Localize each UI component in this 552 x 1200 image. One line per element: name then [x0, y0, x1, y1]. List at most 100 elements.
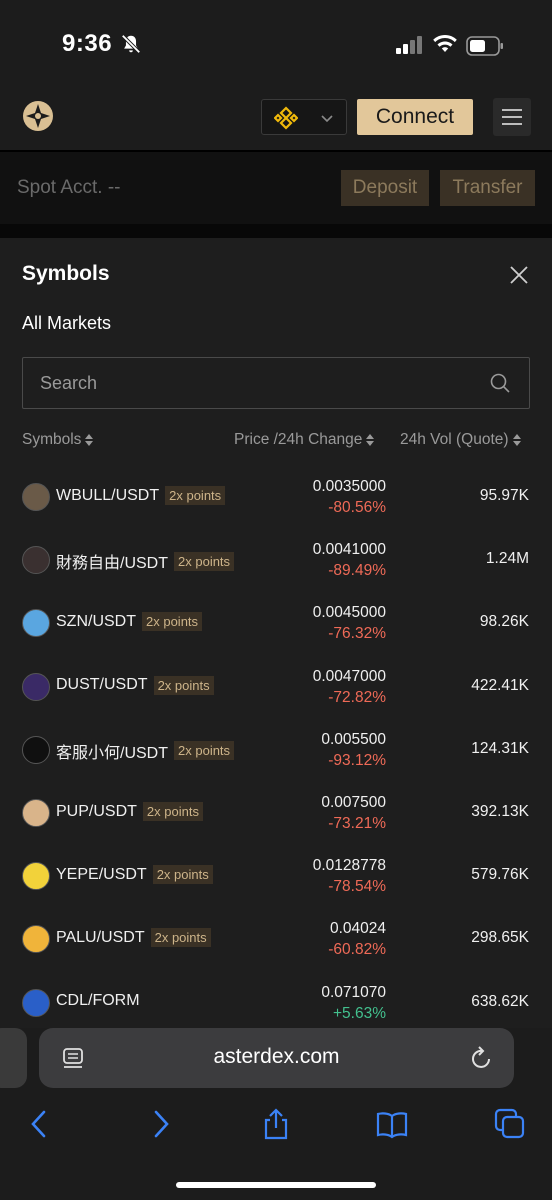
- symbol-pair: YEPE/USDT 2x points: [56, 865, 213, 885]
- search-placeholder: Search: [40, 373, 98, 393]
- reload-icon[interactable]: [470, 1045, 494, 1071]
- pair-label: PUP/USDT: [56, 802, 137, 820]
- points-badge: 2x points: [150, 928, 211, 948]
- symbol-pair: PALU/USDT 2x points: [56, 928, 211, 948]
- symbol-row[interactable]: PUP/USDT 2x points 0.007500 -73.21% 392.13K: [0, 794, 552, 854]
- palu-icon: [22, 925, 50, 954]
- volume-value: 422.41K: [471, 676, 529, 694]
- pair-label: YEPE/USDT: [56, 865, 147, 883]
- bookmarks-icon[interactable]: [376, 1108, 408, 1140]
- symbol-row[interactable]: PALU/USDT 2x points 0.04024 -60.82% 298.65K: [0, 920, 552, 980]
- price-value: 0.0047000: [312, 667, 386, 685]
- dust-icon: [22, 672, 50, 701]
- tabs-icon[interactable]: [494, 1108, 526, 1140]
- pair-label: WBULL/USDT: [56, 486, 160, 504]
- points-badge: 2x points: [142, 802, 203, 821]
- battery-icon: [466, 36, 503, 56]
- close-icon[interactable]: [508, 264, 530, 286]
- connect-button[interactable]: Connect: [357, 99, 473, 135]
- change-value: -93.12%: [328, 751, 386, 769]
- change-value: -60.82%: [328, 941, 386, 959]
- price-value: 0.005500: [321, 730, 386, 748]
- points-badge: 2x points: [174, 741, 235, 761]
- change-value: -76.32%: [328, 625, 386, 643]
- spot-account-label: Spot Acct. --: [17, 177, 121, 198]
- cdl-icon: [22, 988, 50, 1017]
- volume-value: 298.65K: [471, 929, 529, 947]
- kefu-icon: [22, 735, 50, 764]
- cellular-signal-icon: [396, 36, 422, 54]
- change-value: -73.21%: [328, 815, 386, 832]
- transfer-button[interactable]: Transfer: [440, 170, 535, 206]
- price-value: 0.0045000: [312, 604, 386, 622]
- sort-icon: [366, 434, 375, 446]
- points-badge: 2x points: [152, 865, 213, 885]
- wbull-icon: [22, 483, 50, 511]
- price-value: 0.04024: [329, 920, 386, 938]
- aster-logo-icon[interactable]: [22, 100, 54, 132]
- points-badge: 2x points: [153, 675, 214, 695]
- symbol-row[interactable]: CDL/FORM 0.071070 +5.63% 638.62K: [0, 984, 552, 1028]
- wifi-icon: [433, 35, 457, 52]
- pup-icon: [22, 799, 50, 827]
- points-badge: 2x points: [165, 486, 226, 505]
- symbol-pair: 財務自由/USDT 2x points: [56, 549, 235, 573]
- back-icon[interactable]: [24, 1108, 56, 1140]
- forward-icon[interactable]: [144, 1108, 176, 1140]
- deposit-button[interactable]: Deposit: [341, 170, 429, 206]
- hamburger-menu-button[interactable]: [493, 98, 531, 136]
- bnb-chain-icon: [274, 106, 298, 130]
- symbol-pair: 客服小何/USDT 2x points: [56, 739, 235, 763]
- pair-label: CDL/FORM: [56, 991, 140, 1009]
- column-header-label: Price /24h Change: [234, 431, 363, 448]
- volume-value: 579.76K: [471, 866, 529, 884]
- address-bar[interactable]: asterdex.com: [39, 1028, 514, 1088]
- symbol-row[interactable]: YEPE/USDT 2x points 0.0128778 -78.54% 579.76…: [0, 857, 552, 917]
- column-header-price[interactable]: Price /24h Change: [234, 431, 375, 449]
- price-value: 0.007500: [321, 794, 386, 811]
- market-filter-all[interactable]: All Markets: [22, 313, 111, 334]
- column-header-symbols[interactable]: Symbols: [22, 431, 94, 449]
- symbol-pair: PUP/USDT 2x points: [56, 802, 203, 821]
- volume-value: 98.26K: [479, 613, 529, 631]
- column-header-label: Symbols: [22, 431, 82, 448]
- symbol-row[interactable]: WBULL/USDT 2x points 0.0035000 -80.56% 95.97…: [0, 478, 552, 538]
- change-value: +5.63%: [332, 1004, 386, 1022]
- symbol-row[interactable]: SZN/USDT 2x points 0.0045000 -76.32% 98.26K: [0, 604, 552, 664]
- account-bar: Spot Acct. -- Deposit Transfer: [0, 152, 552, 224]
- volume-value: 638.62K: [471, 992, 529, 1010]
- app-header: Connect: [0, 86, 552, 150]
- sort-icon: [85, 434, 94, 446]
- symbol-row[interactable]: 客服小何/USDT 2x points 0.005500 -93.12% 124.31K: [0, 731, 552, 791]
- home-indicator[interactable]: [176, 1182, 376, 1188]
- share-icon[interactable]: [260, 1108, 292, 1140]
- symbol-row[interactable]: DUST/USDT 2x points 0.0047000 -72.82% 422.41…: [0, 668, 552, 728]
- volume-value: 392.13K: [471, 803, 529, 820]
- divider: [0, 224, 552, 238]
- browser-toolbar: asterdex.com: [0, 1028, 552, 1200]
- volume-value: 1.24M: [485, 550, 529, 568]
- points-badge: 2x points: [142, 612, 203, 632]
- price-value: 0.071070: [321, 983, 386, 1001]
- url-text: asterdex.com: [213, 1045, 340, 1068]
- sheet-title: Symbols: [22, 262, 110, 285]
- column-header-volume[interactable]: 24h Vol (Quote): [400, 431, 521, 449]
- points-badge: 2x points: [174, 551, 235, 571]
- avatar-icon: [22, 546, 50, 575]
- previous-tab-preview[interactable]: [0, 1028, 27, 1088]
- change-value: -72.82%: [328, 688, 386, 706]
- pair-label: PALU/USDT: [56, 928, 145, 946]
- status-time: 9:36: [62, 30, 113, 57]
- szn-icon: [22, 609, 50, 638]
- symbol-pair: DUST/USDT 2x points: [56, 675, 214, 695]
- pair-label: 客服小何/USDT: [56, 744, 169, 762]
- symbol-pair: SZN/USDT 2x points: [56, 612, 203, 632]
- search-icon: [490, 373, 510, 393]
- search-input[interactable]: Search: [22, 357, 530, 409]
- symbol-row[interactable]: 財務自由/USDT 2x points 0.0041000 -89.49% 1.24M: [0, 541, 552, 601]
- yepe-icon: [22, 862, 50, 891]
- status-bar: 9:36: [0, 0, 552, 86]
- chevron-down-icon: [321, 115, 333, 123]
- chain-selector[interactable]: [261, 99, 347, 135]
- symbols-sheet: Symbols All Markets Search Symbols Price…: [0, 238, 552, 1028]
